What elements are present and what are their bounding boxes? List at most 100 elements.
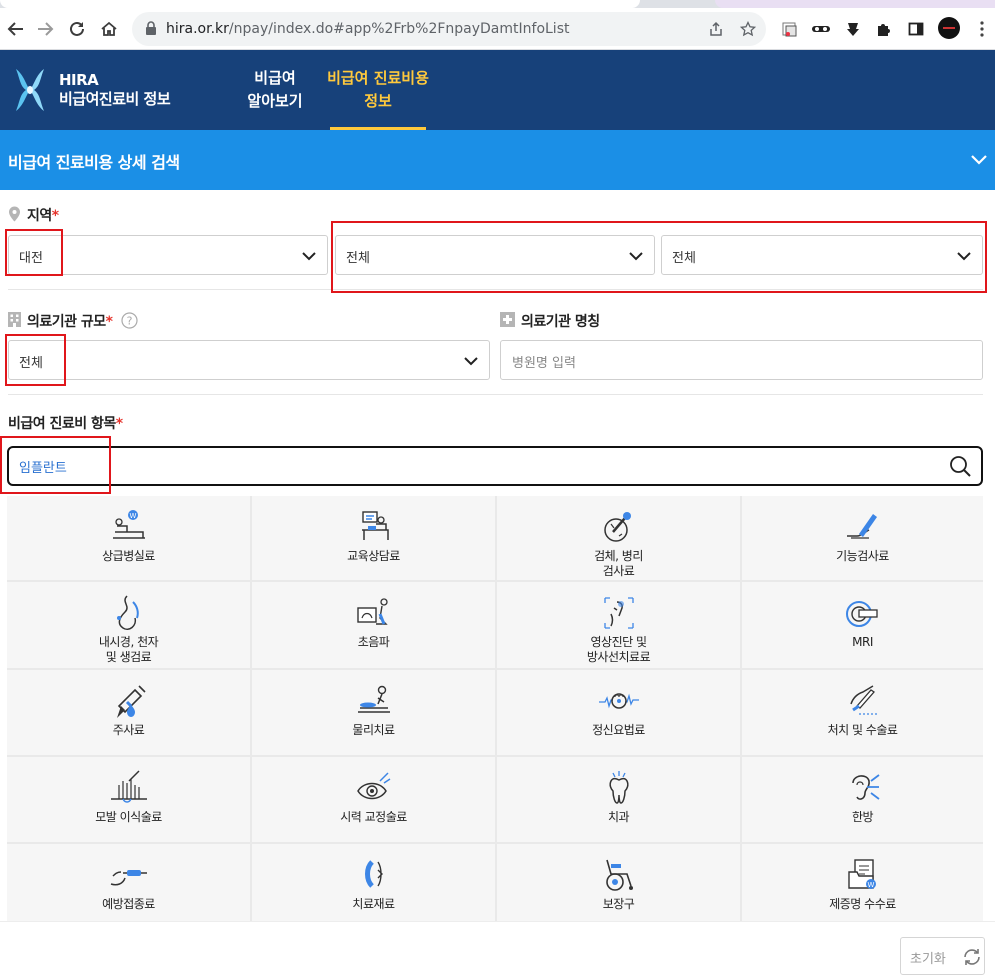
category-item-vaccination[interactable]: 예방접종료 xyxy=(7,844,250,921)
bottom-action-bar: 초기화 xyxy=(0,921,995,978)
category-item-consult[interactable]: 교육상담료 xyxy=(252,496,495,580)
region-sido-value: 대전 xyxy=(19,251,43,266)
kebab-menu-icon[interactable] xyxy=(972,19,992,39)
category-item-vision[interactable]: 시력 교정술료 xyxy=(252,757,495,842)
chevron-down-icon xyxy=(464,357,478,366)
address-url[interactable]: hira.or.kr/npay/index.do#app%2Frb%2Fnpay… xyxy=(166,21,569,37)
category-item-room[interactable]: W 상급병실료 xyxy=(7,496,250,580)
chevron-down-icon[interactable] xyxy=(970,152,988,166)
share-icon[interactable] xyxy=(706,19,726,39)
browser-tab-strip xyxy=(0,0,995,8)
category-item-assistive-devices[interactable]: 보장구 xyxy=(497,844,740,921)
item-search-value: 임플란트 xyxy=(19,461,67,476)
category-label: 영상진단 및 xyxy=(590,635,647,649)
back-arrow-icon[interactable] xyxy=(3,16,29,42)
region-dong-select[interactable]: 전체 xyxy=(661,235,983,275)
category-item-surgery[interactable]: 처치 및 수술료 xyxy=(742,670,983,755)
forward-arrow-icon[interactable] xyxy=(32,16,58,42)
region-dong-value: 전체 xyxy=(672,251,696,266)
item-label-text: 비급여 진료비 항목 xyxy=(8,416,116,432)
reload-icon[interactable] xyxy=(64,16,90,42)
panel-title: 비급여 진료비용 상세 검색 xyxy=(8,153,180,172)
category-label: 처치 및 수술료 xyxy=(827,723,898,737)
category-item-physical-therapy[interactable]: 물리치료 xyxy=(252,670,495,755)
category-item-hair-transplant[interactable]: 모발 이식술료 xyxy=(7,757,250,842)
chevron-down-icon xyxy=(629,252,643,261)
extension-translate-icon[interactable] xyxy=(780,19,800,39)
category-item-imaging[interactable]: 영상진단 및 방사선치료료 xyxy=(497,582,740,668)
search-icon[interactable] xyxy=(949,455,971,477)
category-label: 한방 xyxy=(851,810,874,824)
institution-scale-select[interactable]: 전체 xyxy=(8,340,490,380)
chevron-down-icon xyxy=(957,252,971,261)
site-logo-text[interactable]: HIRA 비급여진료비 정보 xyxy=(59,71,171,109)
reset-button[interactable]: 초기화 xyxy=(900,937,985,975)
category-label: 상급병실료 xyxy=(102,549,155,563)
category-item-mri[interactable]: MRI xyxy=(742,582,983,668)
section-divider xyxy=(8,289,983,290)
required-mark: * xyxy=(115,416,123,432)
syringe-icon xyxy=(116,685,146,718)
reset-button-label: 초기화 xyxy=(910,952,946,967)
item-search-input[interactable]: 임플란트 xyxy=(7,446,983,486)
browser-tab-active[interactable] xyxy=(0,0,640,8)
xray-icon xyxy=(603,597,634,629)
logo-line-1: HIRA xyxy=(59,71,99,89)
category-label: 기능검사료 xyxy=(836,549,889,563)
region-sido-select[interactable]: 대전 xyxy=(8,235,328,275)
certificate-icon: W xyxy=(847,859,876,889)
category-item-psychotherapy[interactable]: 정신요법료 xyxy=(497,670,740,755)
region-label: 지역* xyxy=(27,205,59,225)
category-label-line2: 방사선치료료 xyxy=(586,650,651,664)
category-label: 내시경, 천자 xyxy=(98,635,159,649)
region-sigungu-select[interactable]: 전체 xyxy=(335,235,655,275)
svg-text:W: W xyxy=(867,881,874,889)
building-icon xyxy=(8,312,21,327)
url-path: /npay/index.do#app%2Frb%2FnpayDamtInfoLi… xyxy=(228,21,570,37)
category-label: 예방접종료 xyxy=(102,897,155,911)
extensions-puzzle-icon[interactable] xyxy=(874,19,894,39)
mri-icon xyxy=(845,601,878,627)
nav-item-about[interactable]: 비급여 알아보기 xyxy=(240,67,310,113)
extension-download-icon[interactable] xyxy=(843,19,863,39)
institution-name-label: 의료기관 명칭 xyxy=(521,314,600,330)
ultrasound-icon xyxy=(356,598,388,625)
lock-icon[interactable] xyxy=(144,20,158,36)
category-label: 물리치료 xyxy=(352,723,395,737)
category-item-endoscopy[interactable]: 내시경, 천자 및 생검료 xyxy=(7,582,250,668)
required-mark: * xyxy=(51,208,59,224)
address-bar[interactable]: hira.or.kr/npay/index.do#app%2Frb%2Fnpay… xyxy=(132,12,766,46)
physical-therapy-icon xyxy=(357,685,390,713)
bookmark-star-icon[interactable] xyxy=(738,19,758,39)
category-item-materials[interactable]: 치료재료 xyxy=(252,844,495,921)
url-host: hira.or.kr xyxy=(166,21,229,37)
home-icon[interactable] xyxy=(96,16,122,42)
institution-name-input[interactable]: 병원명 입력 xyxy=(500,340,983,380)
category-item-ultrasound[interactable]: 초음파 xyxy=(252,582,495,668)
surgery-icon xyxy=(849,685,879,715)
category-label-line2: 및 생검료 xyxy=(105,650,152,664)
category-label: 모발 이식술료 xyxy=(95,810,162,824)
category-item-dental[interactable]: 치과 xyxy=(497,757,740,842)
category-label: 초음파 xyxy=(357,635,390,649)
consultation-icon xyxy=(361,511,389,540)
scale-label-text: 의료기관 규모 xyxy=(27,314,106,330)
region-sigungu-value: 전체 xyxy=(346,251,370,266)
chevron-down-icon xyxy=(302,252,316,261)
category-item-pathology[interactable]: 검체, 병리 검사료 xyxy=(497,496,740,580)
category-item-injection[interactable]: 주사료 xyxy=(7,670,250,755)
category-item-function-test[interactable]: 기능검사료 xyxy=(742,496,983,580)
nav-item-cost-info[interactable]: 비급여 진료비용 정보 xyxy=(322,67,434,113)
function-test-icon xyxy=(846,514,877,539)
extension-incognito-icon[interactable] xyxy=(811,19,831,39)
detail-search-toggle[interactable]: 비급여 진료비용 상세 검색 xyxy=(0,130,995,190)
category-label: 치료재료 xyxy=(352,897,395,911)
side-panel-icon[interactable] xyxy=(906,19,926,39)
category-item-oriental-medicine[interactable]: 한방 xyxy=(742,757,983,842)
browser-tab-inactive[interactable] xyxy=(715,0,995,8)
hira-logo-icon[interactable] xyxy=(12,67,48,113)
help-question-icon[interactable]: ? xyxy=(121,312,138,329)
vaccine-icon xyxy=(110,870,147,886)
category-item-certificate[interactable]: W 제증명 수수료 xyxy=(742,844,983,921)
profile-avatar[interactable] xyxy=(938,17,960,39)
